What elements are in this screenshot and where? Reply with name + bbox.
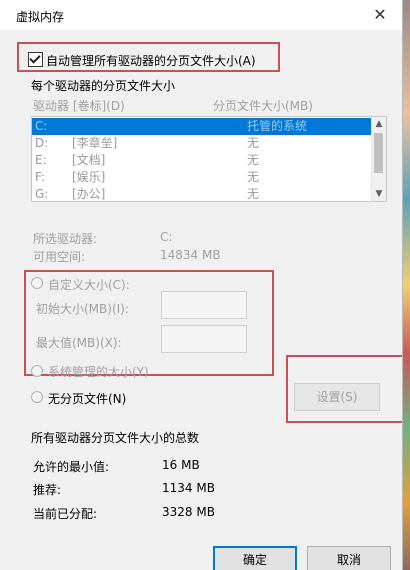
ok-button[interactable]: 确定 [213,546,297,570]
list-scrollbar[interactable]: ▲ ▼ [371,117,386,201]
drive-label: [办公] [72,187,106,201]
min-label: 允许的最小值: [33,460,110,474]
title-bar: 虚拟内存 ✕ [0,0,402,30]
scroll-up-icon[interactable]: ▲ [372,117,386,131]
scroll-thumb[interactable] [374,133,383,173]
selected-drive-value: C: [160,230,173,244]
free-space-value: 14834 MB [160,248,221,262]
drive-size: 托管的系统 [247,119,308,133]
recommended-value: 1134 MB [162,481,215,495]
list-item[interactable]: G: [办公] 无 [32,186,372,201]
free-space-label: 可用空间: [33,250,86,264]
current-value: 3328 MB [162,505,215,519]
auto-manage-label[interactable]: 自动管理所有驱动器的分页文件大小(A) [46,52,256,69]
drive-list[interactable]: C: 托管的系统 D: [李章垒] 无 E: [文档] 无 F: [娱乐] 无 … [31,116,387,202]
drive-size: 无 [247,187,260,201]
drive-size: 无 [247,153,260,167]
size-column-header: 分页文件大小(MB) [213,99,313,113]
list-item[interactable]: E: [文档] 无 [32,152,372,169]
drive-letter: F: [35,170,46,184]
min-value: 16 MB [162,458,200,472]
auto-manage-checkbox[interactable] [28,52,43,67]
cancel-button[interactable]: 取消 [307,546,391,570]
no-paging-radio[interactable] [31,391,43,403]
list-item[interactable]: D: [李章垒] 无 [32,135,372,152]
current-label: 当前已分配: [33,507,98,521]
list-item[interactable]: F: [娱乐] 无 [32,169,372,186]
set-button[interactable]: 设置(S) [294,383,380,411]
drive-label: [李章垒] [72,136,118,150]
each-drive-heading: 每个驱动器的分页文件大小 [31,79,176,93]
max-size-input[interactable] [161,325,247,353]
max-size-label: 最大值(MB)(X): [36,336,122,350]
desktop-wallpaper [402,0,410,570]
drive-size: 无 [247,170,260,184]
custom-size-radio[interactable] [31,277,43,289]
totals-heading: 所有驱动器分页文件大小的总数 [31,431,200,445]
window-title: 虚拟内存 [16,10,65,24]
drive-size: 无 [247,136,260,150]
drive-letter: D: [35,136,49,150]
drive-letter: C: [35,119,48,133]
initial-size-label: 初始大小(MB)(I): [36,302,129,316]
no-paging-label[interactable]: 无分页文件(N) [48,390,126,407]
custom-size-label[interactable]: 自定义大小(C): [48,276,130,293]
initial-size-input[interactable] [161,291,247,319]
selected-drive-label: 所选驱动器: [33,232,98,246]
close-icon[interactable]: ✕ [370,5,390,25]
drive-column-header: 驱动器 [卷标](D) [33,99,125,113]
list-item[interactable]: C: 托管的系统 [32,118,372,135]
drive-letter: E: [35,153,47,167]
recommended-label: 推荐: [33,483,62,497]
system-managed-radio[interactable] [31,365,43,377]
drive-label: [娱乐] [72,170,106,184]
drive-label: [文档] [72,153,106,167]
scroll-down-icon[interactable]: ▼ [372,187,386,201]
virtual-memory-dialog: 虚拟内存 ✕ 自动管理所有驱动器的分页文件大小(A) 每个驱动器的分页文件大小 … [0,0,403,570]
system-managed-label[interactable]: 系统管理的大小(Y) [48,363,149,380]
drive-letter: G: [35,187,49,201]
